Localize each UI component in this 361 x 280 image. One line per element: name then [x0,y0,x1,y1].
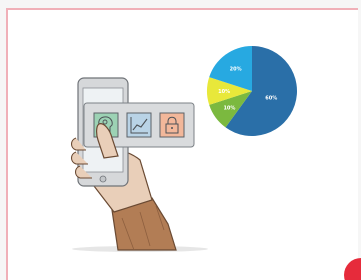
pie-slice-2-label: 10% [223,105,235,111]
page: 60% 10% 10% 20% [0,0,361,280]
pie-slice-4-label: 20% [230,66,242,72]
illustration-scene: 60% 10% 10% 20% [70,46,297,252]
pie-slice-3-label: 10% [218,89,230,95]
phone-home-button [99,175,107,183]
pie-chart: 60% 10% 10% 20% [207,46,297,136]
pie-slice-1-label: 60% [265,95,277,101]
